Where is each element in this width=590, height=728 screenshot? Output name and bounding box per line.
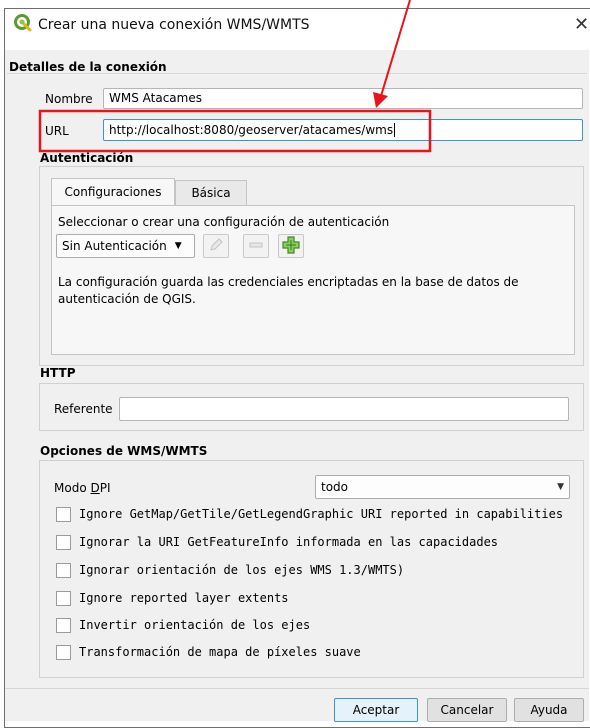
auth-prompt: Seleccionar o crear una configuración de… [58,215,390,229]
checkbox-ignore-getfeatureinfo-uri[interactable] [56,535,71,550]
tab-basica[interactable]: Básica [175,180,247,206]
auth-section-title: Autenticación [40,151,134,165]
cancel-button[interactable]: Cancelar [427,698,507,722]
url-input[interactable]: http://localhost:8080/geoserver/atacames… [103,119,583,141]
chevron-down-icon: ▼ [557,482,564,492]
referer-label: Referente [54,402,113,416]
dpi-label-mnemonic: D [90,481,100,495]
checkbox-label: Transformación de mapa de píxeles suave [79,645,361,659]
pencil-icon [208,237,224,256]
dpi-mode-value: todo [321,480,349,494]
checkbox-ignore-layer-extents[interactable] [56,591,71,606]
tab-configuraciones[interactable]: Configuraciones [51,178,175,206]
accept-button[interactable]: Aceptar [334,698,418,722]
auth-config-value: Sin Autenticación [62,239,167,253]
name-input[interactable]: WMS Atacames [103,88,583,109]
plus-icon [282,235,300,257]
edit-config-button[interactable] [203,234,229,258]
wms-options-section-title: Opciones de WMS/WMTS [40,444,208,458]
checkbox-label: Ignore reported layer extents [79,591,289,605]
text-cursor [394,123,396,137]
qgis-logo-icon [14,14,32,32]
url-label: URL [45,124,69,138]
button-separator [5,688,589,689]
checkbox-ignore-getmap-uri[interactable] [56,507,71,522]
chevron-down-icon: ▼ [174,241,182,251]
checkbox-invert-axis-orientation[interactable] [56,618,71,633]
close-icon[interactable]: ✕ [574,14,589,35]
dpi-mode-select[interactable]: todo ▼ [315,475,570,499]
add-config-button[interactable] [278,234,304,258]
help-button[interactable]: Ayuda [514,698,584,722]
checkbox-label: Ignorar orientación de los ejes WMS 1.3/… [79,563,405,577]
http-section-title: HTTP [40,366,76,380]
auth-note: La configuración guarda las credenciales… [58,275,519,306]
connection-section-title: Detalles de la conexión [9,60,167,74]
checkbox-label: Ignore GetMap/GetTile/GetLegendGraphic U… [79,507,564,521]
checkbox-smooth-pixmap-transform[interactable] [56,645,71,660]
minus-icon [248,237,264,256]
window-title: Crear una nueva conexión WMS/WMTS [38,17,310,33]
dpi-label-part: Modo [54,481,91,495]
remove-config-button[interactable] [243,234,269,258]
checkbox-label: Ignorar la URI GetFeatureInfo informada … [79,535,499,549]
checkbox-label: Invertir orientación de los ejes [79,618,311,632]
auth-config-select[interactable]: Sin Autenticación ▼ [56,234,195,258]
url-input-text: http://localhost:8080/geoserver/atacames… [109,123,394,137]
referer-input[interactable] [119,397,569,421]
dpi-label-part: PI [99,481,111,495]
name-label: Nombre [45,92,93,106]
checkbox-ignore-axis-orientation[interactable] [56,563,71,578]
dpi-mode-label: Modo DPI [54,481,111,495]
